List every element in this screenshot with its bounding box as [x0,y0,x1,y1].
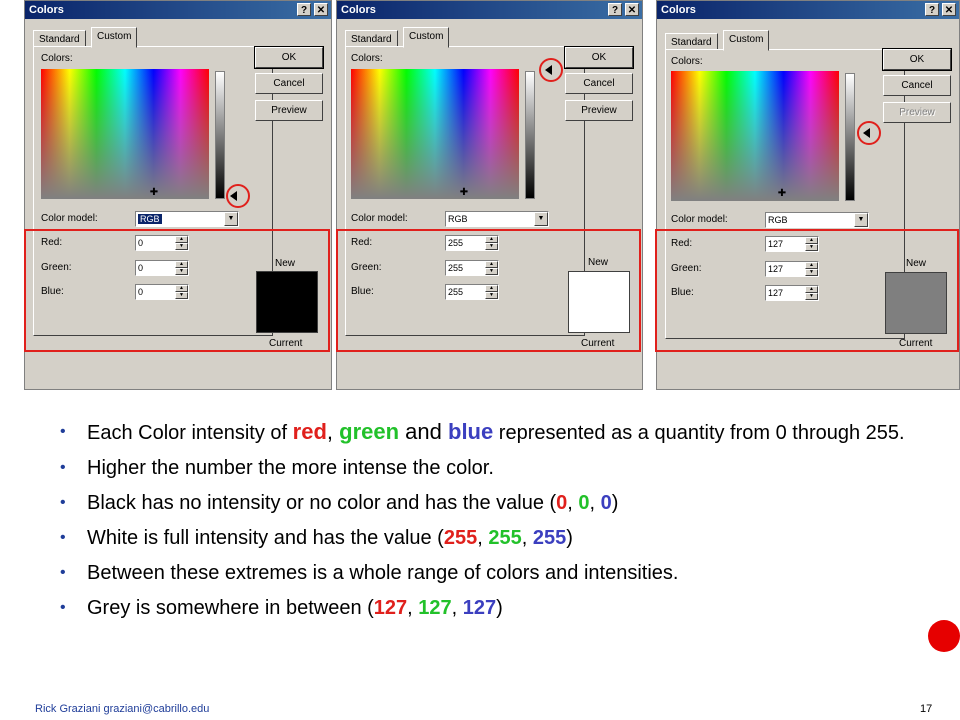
ok-button[interactable]: OK [254,46,324,69]
bullet-item: • Higher the number the more intense the… [60,457,494,479]
chevron-down-icon[interactable]: ▼ [534,212,548,226]
bullet-item: • Each Color intensity of red, green and… [60,419,905,445]
crosshair-icon: ✚ [149,187,159,198]
preview-button[interactable]: Preview [255,100,323,121]
bullet-icon: • [60,494,66,511]
cancel-button[interactable]: Cancel [883,75,951,96]
colors-label: Colors: [351,53,383,64]
colors-label: Colors: [671,56,703,67]
crosshair-icon: ✚ [777,188,787,199]
luminance-slider[interactable] [845,73,855,201]
highlight-box-grey [655,229,959,352]
bullet-list: • Each Color intensity of red, green and… [60,420,920,631]
bullet-icon: • [60,459,66,476]
close-button[interactable]: ✕ [625,3,639,16]
luminance-slider[interactable] [215,71,225,199]
highlight-box-black [24,229,330,352]
dialog-title: Colors [341,4,376,16]
color-spectrum[interactable] [41,69,209,199]
help-button[interactable]: ? [297,3,311,16]
help-button[interactable]: ? [925,3,939,16]
color-spectrum[interactable] [351,69,519,199]
chevron-down-icon[interactable]: ▼ [854,213,868,227]
crosshair-icon: ✚ [459,187,469,198]
tab-custom[interactable]: Custom [91,27,138,48]
colors-label: Colors: [41,53,73,64]
tab-standard[interactable]: Standard [33,30,86,47]
cancel-button[interactable]: Cancel [255,73,323,94]
color-model-label: Color model: [671,214,728,225]
color-model-label: Color model: [351,213,408,224]
bullet-icon: • [60,423,66,440]
tab-custom[interactable]: Custom [723,30,770,51]
cancel-button[interactable]: Cancel [565,73,633,94]
bullet-item: • Between these extremes is a whole rang… [60,562,679,584]
bullet-item: • White is full intensity and has the va… [60,527,573,549]
close-button[interactable]: ✕ [314,3,328,16]
ok-button[interactable]: OK [882,48,952,71]
tab-custom[interactable]: Custom [403,27,450,48]
color-model-select[interactable]: RGB ▼ [765,212,869,228]
preview-button[interactable]: Preview [565,100,633,121]
footer-author: Rick Graziani graziani@cabrillo.edu [35,703,210,715]
page-number: 17 [920,703,933,715]
bullet-item: • Black has no intensity or no color and… [60,492,619,514]
color-model-select[interactable]: RGB ▼ [445,211,549,227]
bullet-item: • Grey is somewhere in between (127, 127… [60,597,503,619]
dialog-titlebar: Colors ? ✕ [657,1,959,19]
dialog-titlebar: Colors ? ✕ [25,1,331,19]
dialog-title: Colors [661,4,696,16]
luminance-slider[interactable] [525,71,535,199]
highlight-circle [226,184,250,208]
bullet-icon: • [60,529,66,546]
tab-standard[interactable]: Standard [665,33,718,50]
preview-button[interactable]: Preview [883,102,951,123]
dialog-titlebar: Colors ? ✕ [337,1,642,19]
highlight-circle [857,121,881,145]
close-button[interactable]: ✕ [942,3,956,16]
highlight-box-white [336,229,641,352]
bullet-icon: • [60,599,66,616]
dialog-title: Colors [29,4,64,16]
color-model-label: Color model: [41,213,98,224]
chevron-down-icon[interactable]: ▼ [224,212,238,226]
highlight-circle [539,58,563,82]
bullet-icon: • [60,564,66,581]
tab-standard[interactable]: Standard [345,30,398,47]
ok-button[interactable]: OK [564,46,634,69]
help-button[interactable]: ? [608,3,622,16]
color-model-select[interactable]: RGB ▼ [135,211,239,227]
color-spectrum[interactable] [671,71,839,201]
red-dot-marker [928,620,960,652]
